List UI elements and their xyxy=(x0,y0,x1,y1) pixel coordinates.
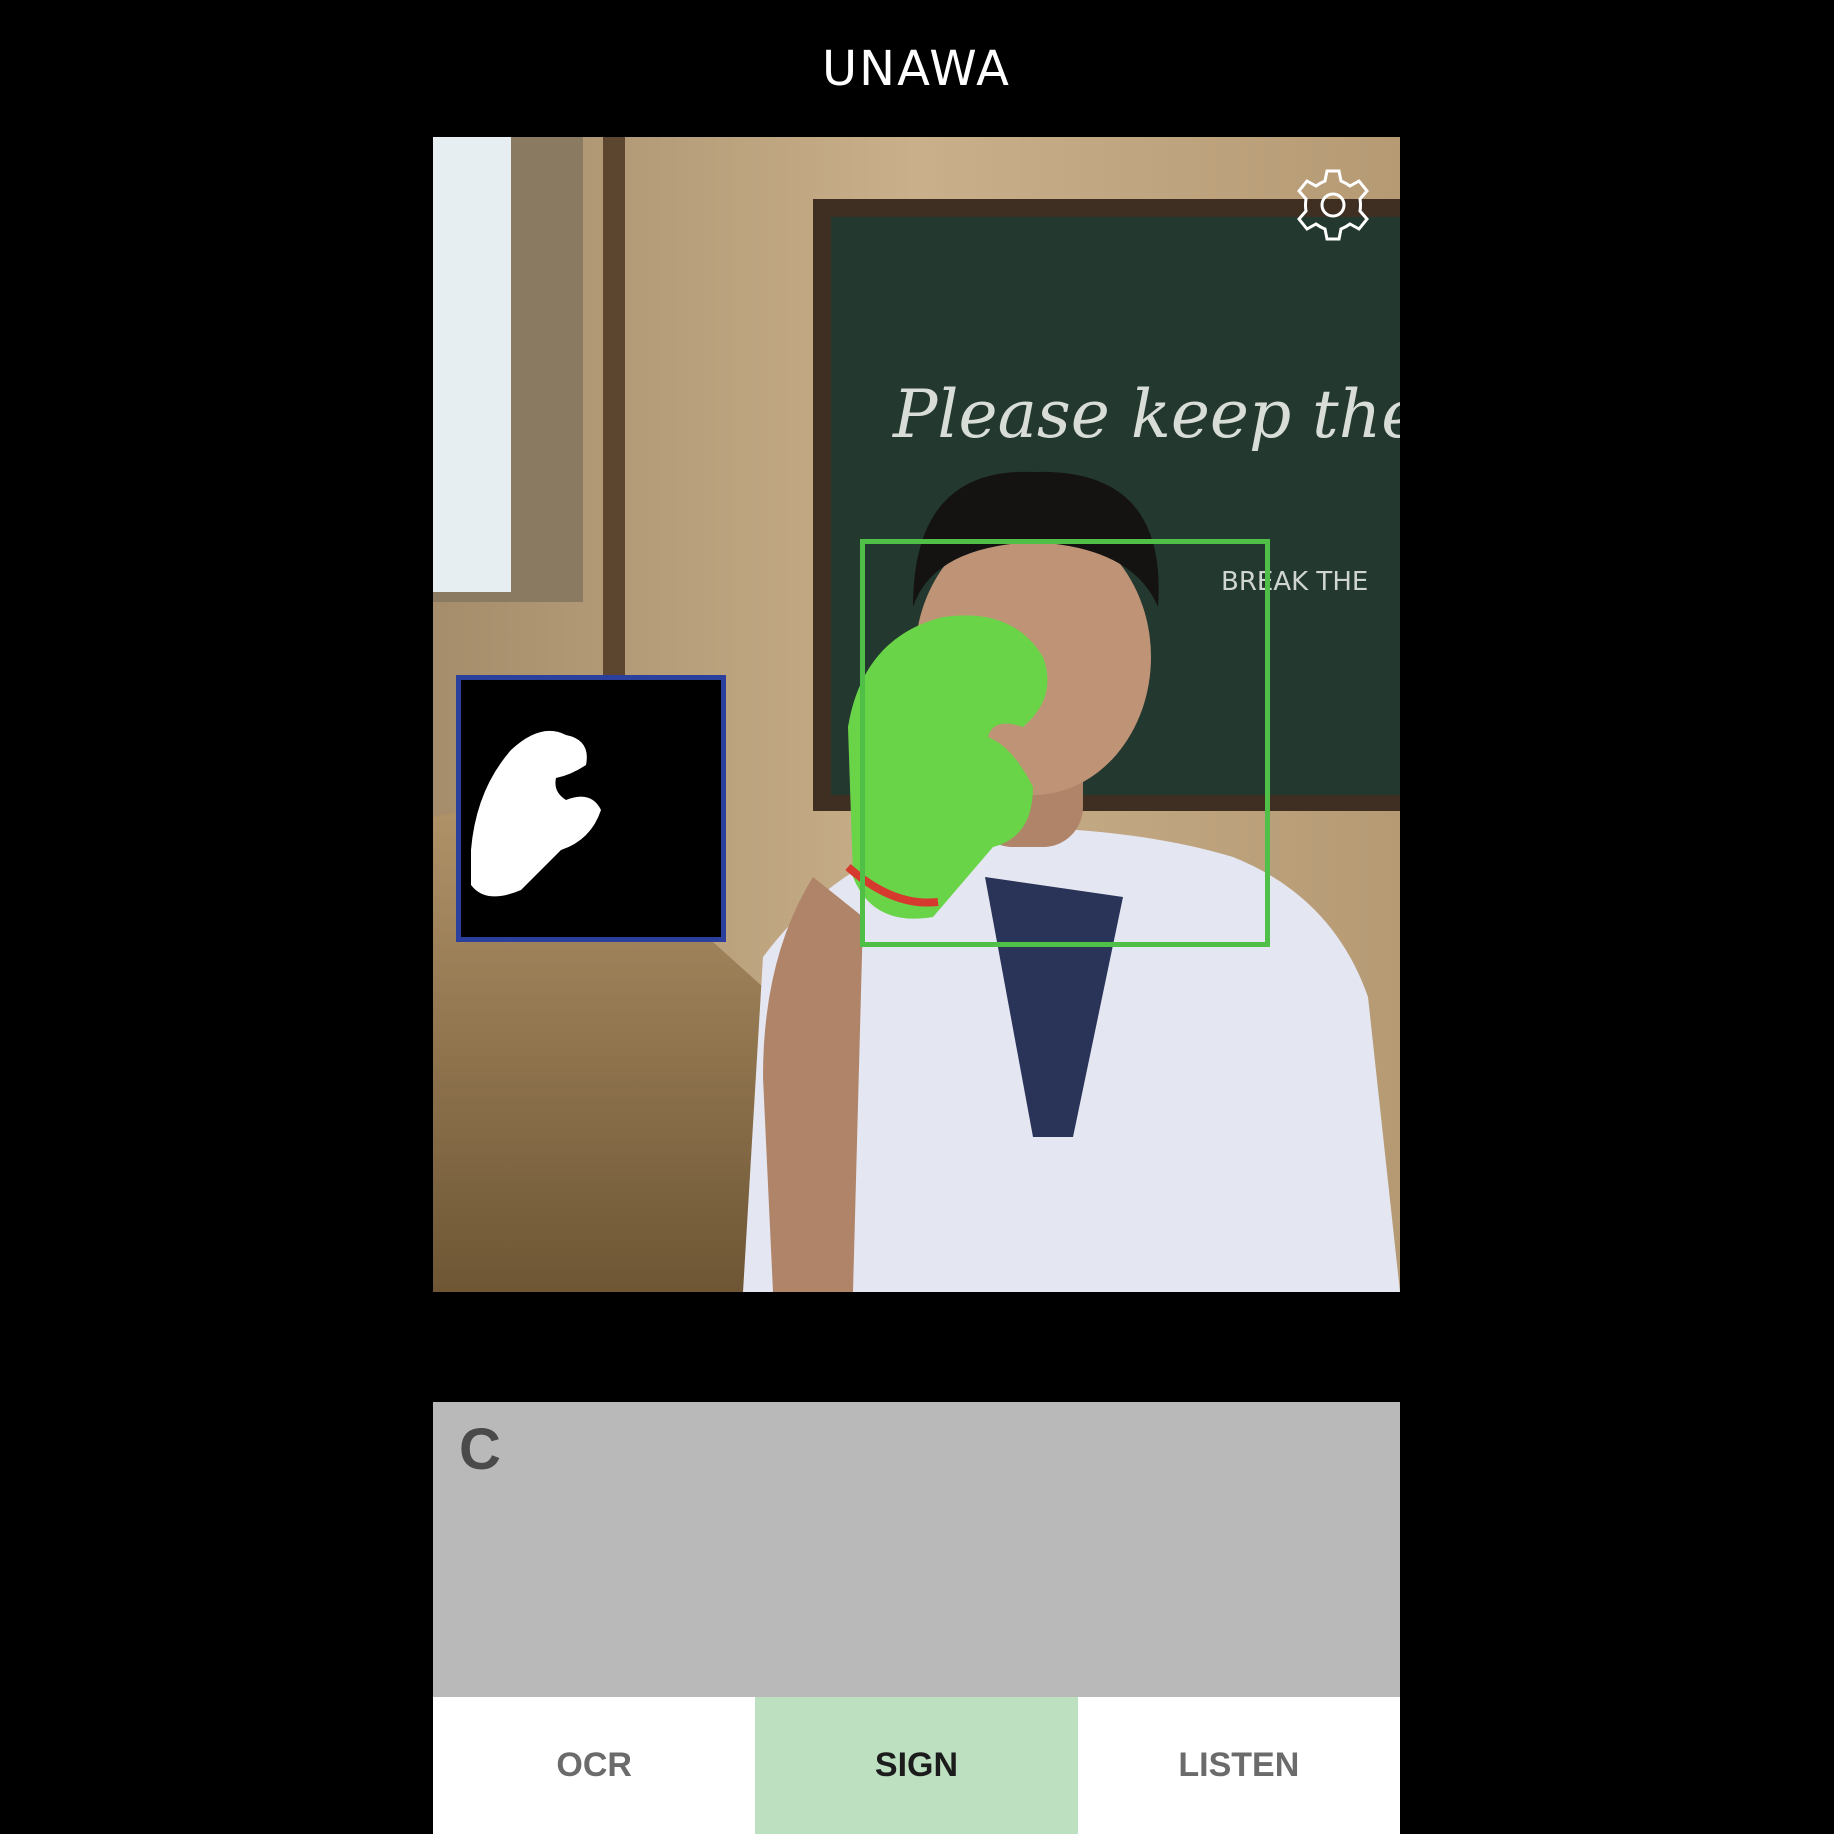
app-screen: UNAWA Please keep the BREAK THE C OCR SI… xyxy=(433,0,1400,1834)
tab-ocr[interactable]: OCR xyxy=(433,1697,756,1834)
tab-sign[interactable]: SIGN xyxy=(755,1697,1078,1834)
hand-mask-preview xyxy=(456,675,726,942)
tab-listen-label: LISTEN xyxy=(1178,1746,1300,1784)
wall-post xyxy=(603,137,625,697)
camera-preview[interactable]: Please keep the BREAK THE xyxy=(433,137,1400,1292)
chalkboard-text-1: Please keep the xyxy=(892,376,1400,453)
hand-detection-box xyxy=(860,539,1270,947)
gear-icon xyxy=(1297,169,1369,241)
title-bar: UNAWA xyxy=(433,0,1400,137)
app-title: UNAWA xyxy=(822,40,1011,97)
tab-ocr-label: OCR xyxy=(556,1746,632,1784)
hand-mask-image xyxy=(471,730,601,897)
settings-button[interactable] xyxy=(1293,165,1373,245)
recognition-output: C xyxy=(433,1402,1400,1697)
tab-sign-label: SIGN xyxy=(874,1746,959,1784)
recognized-letter: C xyxy=(459,1417,501,1482)
mode-tabs: OCR SIGN LISTEN xyxy=(433,1697,1400,1834)
tab-listen[interactable]: LISTEN xyxy=(1077,1697,1400,1834)
window xyxy=(433,137,511,592)
